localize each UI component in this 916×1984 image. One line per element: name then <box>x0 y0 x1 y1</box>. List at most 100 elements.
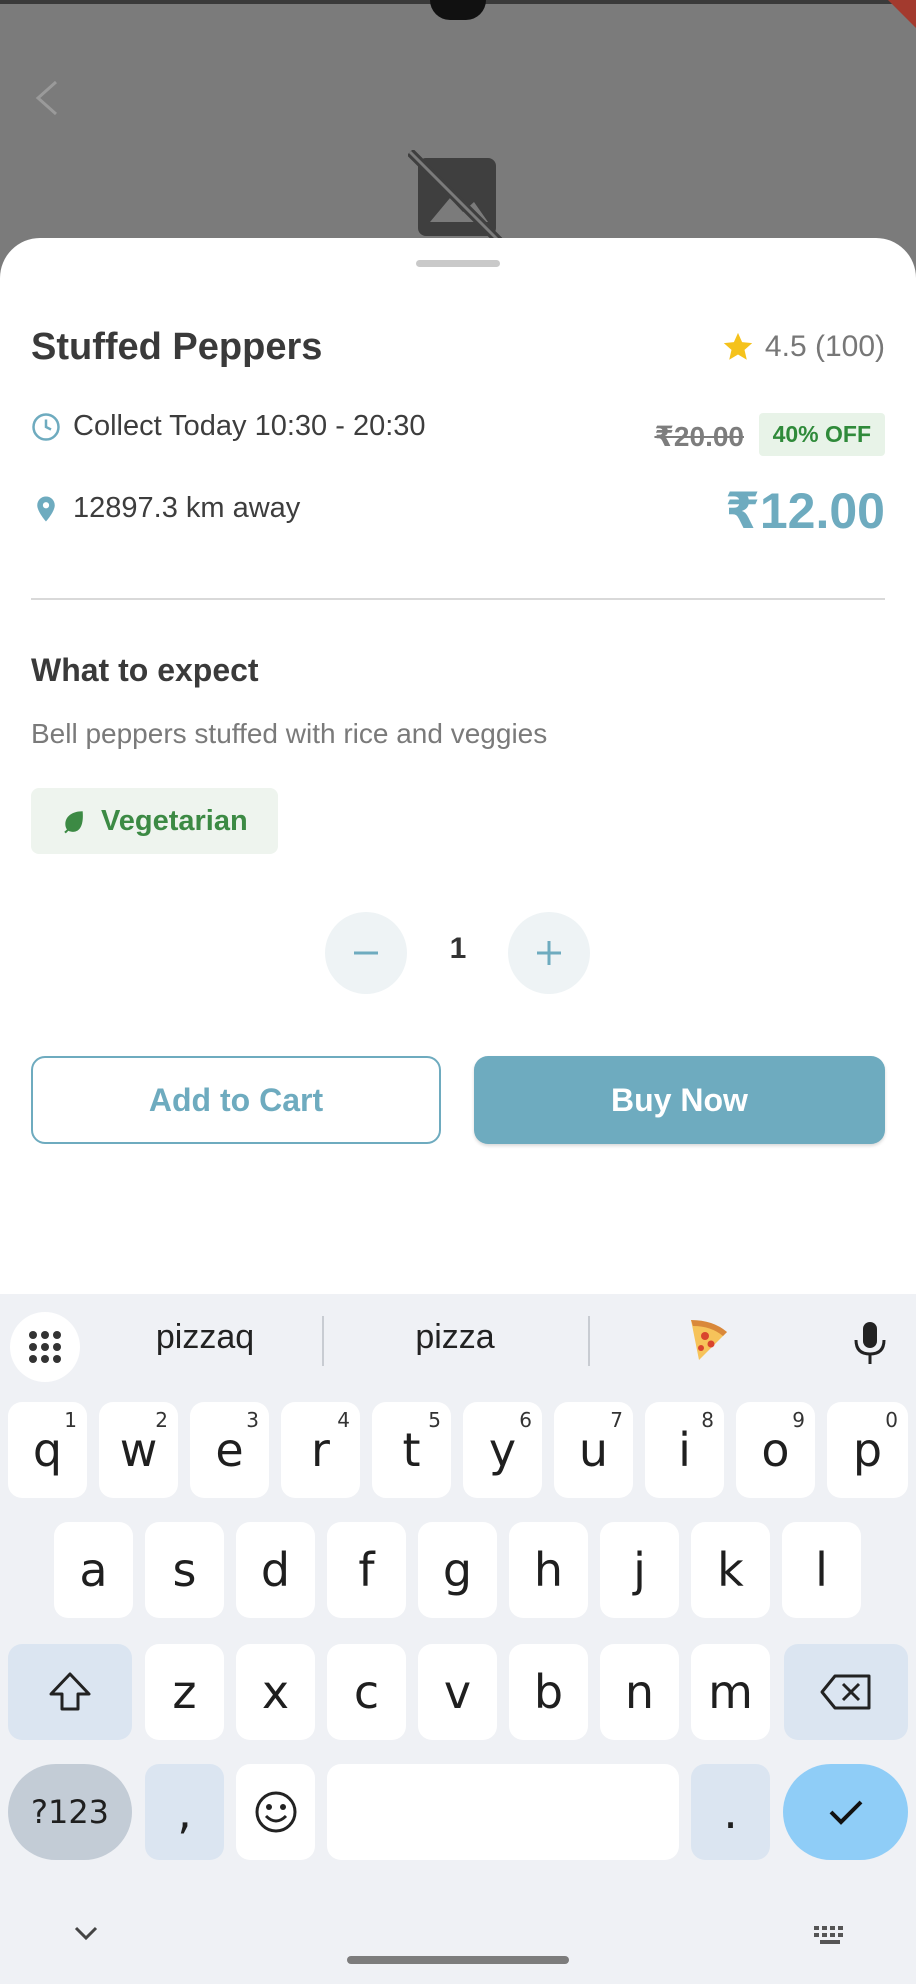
debug-banner-icon <box>888 0 916 28</box>
key-x[interactable]: x <box>236 1644 315 1740</box>
key-hint: 1 <box>64 1408 77 1432</box>
key-b[interactable]: b <box>509 1644 588 1740</box>
key-q[interactable]: q1 <box>8 1402 87 1498</box>
key-t[interactable]: t5 <box>372 1402 451 1498</box>
product-description: Bell peppers stuffed with rice and veggi… <box>31 718 548 749</box>
key-g[interactable]: g <box>418 1522 497 1618</box>
key-hint: 9 <box>792 1408 805 1432</box>
key-label: e <box>215 1423 244 1477</box>
key-h[interactable]: h <box>509 1522 588 1618</box>
key-m[interactable]: m <box>691 1644 770 1740</box>
key-f[interactable]: f <box>327 1522 406 1618</box>
dietary-tag-label: Vegetarian <box>101 804 248 837</box>
quantity-value: 1 <box>449 932 467 965</box>
product-bottom-sheet: Stuffed Peppers 4.5 (100) Collect Today … <box>0 238 916 1298</box>
hide-keyboard-icon[interactable] <box>72 1924 100 1942</box>
period-key[interactable]: . <box>691 1764 770 1860</box>
key-label: y <box>488 1423 517 1477</box>
emoji-key[interactable] <box>236 1764 315 1860</box>
key-y[interactable]: y6 <box>463 1402 542 1498</box>
key-label: t <box>402 1423 421 1477</box>
key-label: w <box>119 1423 158 1477</box>
collect-time-row: Collect Today 10:30 - 20:30 <box>31 410 426 443</box>
pizza-emoji-icon[interactable] <box>683 1314 733 1364</box>
key-v[interactable]: v <box>418 1644 497 1740</box>
key-p[interactable]: p0 <box>827 1402 908 1498</box>
key-a[interactable]: a <box>54 1522 133 1618</box>
enter-key[interactable] <box>783 1764 908 1860</box>
symbols-key[interactable]: ?123 <box>8 1764 132 1860</box>
key-hint: 3 <box>246 1408 259 1432</box>
space-key[interactable] <box>327 1764 679 1860</box>
shift-key[interactable] <box>8 1644 132 1740</box>
key-i[interactable]: i8 <box>645 1402 724 1498</box>
suggestion-1[interactable]: pizzaq <box>110 1318 300 1357</box>
increase-quantity-button[interactable] <box>508 912 590 994</box>
keyboard-switch-icon[interactable] <box>812 1924 848 1946</box>
key-hint: 0 <box>885 1408 898 1432</box>
original-price: ₹20.00 <box>654 421 744 452</box>
key-hint: 8 <box>701 1408 714 1432</box>
key-e[interactable]: e3 <box>190 1402 269 1498</box>
smiley-icon <box>255 1791 296 1833</box>
key-c[interactable]: c <box>327 1644 406 1740</box>
dietary-tag: Vegetarian <box>31 788 278 854</box>
keyboard-apps-button[interactable] <box>10 1312 80 1382</box>
section-title: What to expect <box>31 652 259 688</box>
clock-icon <box>32 412 60 441</box>
suggestion-separator <box>588 1316 590 1366</box>
key-hint: 6 <box>519 1408 532 1432</box>
key-label: u <box>578 1423 609 1477</box>
minus-icon <box>354 951 378 955</box>
decrease-quantity-button[interactable] <box>325 912 407 994</box>
backspace-icon <box>820 1674 871 1710</box>
microphone-icon[interactable] <box>848 1318 892 1366</box>
key-hint: 4 <box>337 1408 350 1432</box>
key-n[interactable]: n <box>600 1644 679 1740</box>
image-placeholder-icon <box>408 150 508 250</box>
key-w[interactable]: w2 <box>99 1402 178 1498</box>
key-l[interactable]: l <box>782 1522 861 1618</box>
comma-key[interactable]: , <box>145 1764 224 1860</box>
gesture-nav-handle[interactable] <box>347 1956 569 1964</box>
key-hint: 7 <box>610 1408 623 1432</box>
key-k[interactable]: k <box>691 1522 770 1618</box>
key-label: o <box>761 1423 790 1477</box>
grid-icon <box>29 1331 61 1363</box>
camera-notch <box>430 0 486 20</box>
drag-handle[interactable] <box>416 260 500 267</box>
key-z[interactable]: z <box>145 1644 224 1740</box>
key-label: r <box>311 1423 330 1477</box>
distance-row: 12897.3 km away <box>31 492 300 525</box>
soft-keyboard: pizzaq pizza q1 w2 e3 r4 t5 y6 u7 i8 o9 … <box>0 1294 916 1984</box>
suggestion-2[interactable]: pizza <box>360 1318 550 1357</box>
key-d[interactable]: d <box>236 1522 315 1618</box>
add-to-cart-button[interactable]: Add to Cart <box>31 1056 441 1144</box>
location-pin-icon <box>37 496 55 521</box>
star-icon <box>723 332 753 360</box>
key-s[interactable]: s <box>145 1522 224 1618</box>
suggestion-separator <box>322 1316 324 1366</box>
product-title: Stuffed Peppers <box>31 326 323 368</box>
key-u[interactable]: u7 <box>554 1402 633 1498</box>
rating: 4.5 (100) <box>721 330 885 364</box>
key-j[interactable]: j <box>600 1522 679 1618</box>
collect-time-text: Collect Today 10:30 - 20:30 <box>73 410 426 442</box>
price: ₹12.00 <box>725 483 885 539</box>
key-r[interactable]: r4 <box>281 1402 360 1498</box>
buy-now-button[interactable]: Buy Now <box>474 1056 885 1144</box>
key-hint: 5 <box>428 1408 441 1432</box>
back-arrow-icon[interactable] <box>30 78 66 118</box>
backspace-key[interactable] <box>784 1644 908 1740</box>
key-hint: 2 <box>155 1408 168 1432</box>
distance-text: 12897.3 km away <box>73 492 301 524</box>
rating-text: 4.5 (100) <box>764 330 885 363</box>
shift-icon <box>49 1672 91 1711</box>
key-o[interactable]: o9 <box>736 1402 815 1498</box>
key-label: p <box>852 1423 883 1477</box>
key-label: q <box>32 1423 63 1477</box>
key-label: i <box>678 1423 691 1477</box>
leaf-icon <box>64 811 83 834</box>
checkmark-icon <box>829 1800 862 1825</box>
plus-icon <box>537 941 561 965</box>
